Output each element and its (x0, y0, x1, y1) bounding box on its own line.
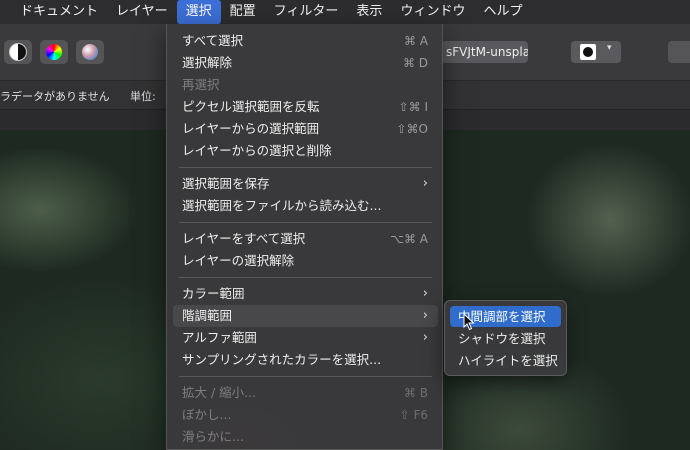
menu-item-label: 滑らかに... (182, 429, 244, 444)
menu-document[interactable]: ドキュメント (0, 0, 107, 24)
menu-item-alpha-range[interactable]: アルファ範囲 › (173, 327, 438, 349)
menu-item-smooth: 滑らかに... (173, 426, 438, 448)
color-balance-icon (82, 44, 98, 60)
menu-item-label: 再選択 (182, 77, 220, 92)
menu-select[interactable]: 選択 (176, 0, 221, 24)
chevron-down-icon: ▾ (607, 43, 612, 53)
menu-bar: ドキュメント レイヤー 選択 配置 フィルター 表示 ウィンドウ ヘルプ (0, 0, 690, 24)
color-wheel-icon (46, 44, 62, 60)
menu-item-deselect[interactable]: 選択解除 ⌘ D (173, 52, 438, 74)
menu-separator (179, 222, 432, 223)
color-balance-button[interactable] (76, 40, 104, 64)
shortcut: ⌘ A (403, 34, 428, 48)
menu-item-label: ピクセル選択範囲を反転 (182, 99, 320, 114)
menu-item-label: サンプリングされたカラーを選択... (182, 352, 382, 367)
menu-item-invert-selection[interactable]: ピクセル選択範囲を反転 ⇧⌘ I (173, 96, 438, 118)
shortcut: ⇧ F6 (399, 408, 428, 422)
shortcut: ⌘ D (402, 56, 428, 70)
menu-separator (179, 167, 432, 168)
mouse-pointer-icon (463, 313, 475, 331)
menu-item-tonal-range[interactable]: 階調範囲 › (173, 305, 438, 327)
menu-item-selection-from-layer[interactable]: レイヤーからの選択範囲 ⇧⌘O (173, 118, 438, 140)
menu-item-select-sampled-color[interactable]: サンプリングされたカラーを選択... (173, 349, 438, 371)
shortcut: ⌘ B (403, 386, 428, 400)
menu-item-label: レイヤーの選択解除 (182, 253, 295, 268)
menu-item-label: カラー範囲 (182, 286, 245, 301)
chevron-right-icon: › (422, 308, 428, 323)
chevron-right-icon: › (422, 286, 428, 301)
menu-view[interactable]: 表示 (347, 0, 391, 24)
half-circle-icon (9, 43, 27, 61)
submenu-item-select-shadows[interactable]: シャドウを選択 (450, 328, 561, 349)
menu-separator (179, 277, 432, 278)
shape-select[interactable]: ▾ (571, 41, 621, 63)
menu-item-label: 選択範囲を保存 (182, 176, 270, 191)
menu-item-label: 選択解除 (182, 55, 233, 70)
unit-label: 単位: (130, 90, 156, 103)
menu-arrange[interactable]: 配置 (221, 0, 265, 24)
menu-layer[interactable]: レイヤー (107, 0, 177, 24)
document-tab[interactable]: sFVJtM-unspla (440, 41, 528, 63)
menu-item-label: ぼかし... (182, 407, 232, 422)
menu-filter[interactable]: フィルター (265, 0, 348, 24)
chevron-right-icon: › (422, 176, 428, 191)
menu-item-feather: ぼかし... ⇧ F6 (173, 404, 438, 426)
grid-button[interactable] (668, 41, 690, 63)
circle-shape-icon (583, 47, 593, 57)
shortcut: ⇧⌘ I (398, 100, 428, 114)
shortcut: ⌥⌘ A (390, 232, 428, 246)
menu-item-label: すべて選択 (182, 33, 244, 48)
menu-separator (179, 376, 432, 377)
menu-item-label: 選択範囲をファイルから読み込む... (182, 198, 382, 213)
menu-item-label: レイヤーをすべて選択 (182, 231, 306, 246)
menu-item-label: アルファ範囲 (182, 330, 257, 345)
menu-item-select-all-layers[interactable]: レイヤーをすべて選択 ⌥⌘ A (173, 228, 438, 250)
shortcut: ⇧⌘O (396, 122, 429, 136)
submenu-item-select-highlights[interactable]: ハイライトを選択 (450, 350, 561, 371)
tonal-range-submenu: 中間調部を選択 シャドウを選択 ハイライトを選択 (444, 300, 567, 376)
menu-item-label: レイヤーからの選択と削除 (182, 143, 332, 158)
menu-item-save-selection[interactable]: 選択範囲を保存 › (173, 173, 438, 195)
menu-item-grow-shrink: 拡大 / 縮小... ⌘ B (173, 382, 438, 404)
menu-item-label: 階調範囲 (182, 308, 233, 323)
menu-item-label: 拡大 / 縮小... (182, 385, 257, 400)
select-menu: すべて選択 ⌘ A 選択解除 ⌘ D 再選択 ピクセル選択範囲を反転 ⇧⌘ I … (166, 24, 443, 450)
chevron-right-icon: › (422, 330, 428, 345)
menu-item-select-all[interactable]: すべて選択 ⌘ A (173, 30, 438, 52)
menu-item-reselect: 再選択 (173, 74, 438, 96)
menu-item-selection-from-layer-and-delete[interactable]: レイヤーからの選択と削除 (173, 140, 438, 162)
metadata-status: ラデータがありません (0, 90, 110, 103)
menu-item-load-selection[interactable]: 選択範囲をファイルから読み込む... (173, 195, 438, 217)
menu-item-label: レイヤーからの選択範囲 (182, 121, 320, 136)
menu-item-deselect-layers[interactable]: レイヤーの選択解除 (173, 250, 438, 272)
menu-item-color-range[interactable]: カラー範囲 › (173, 283, 438, 305)
menu-window[interactable]: ウィンドウ (391, 0, 474, 24)
menu-help[interactable]: ヘルプ (474, 0, 531, 24)
tone-adjust-button[interactable] (4, 40, 32, 64)
color-wheel-button[interactable] (40, 40, 68, 64)
